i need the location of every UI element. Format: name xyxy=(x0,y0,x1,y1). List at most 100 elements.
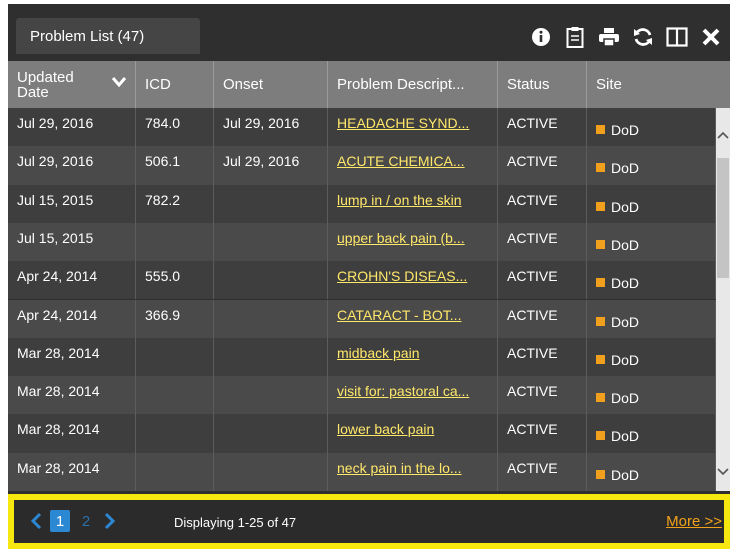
more-link[interactable]: More >> xyxy=(666,513,722,530)
pagination: 1 2 xyxy=(28,510,118,532)
clipboard-icon[interactable] xyxy=(564,26,586,48)
site-marker-icon xyxy=(596,278,605,288)
scroll-down-icon[interactable] xyxy=(716,463,730,481)
column-header-problem-description[interactable]: Problem Descript... xyxy=(328,61,498,108)
site-marker-icon xyxy=(596,201,605,211)
cell-status: ACTIVE xyxy=(498,108,587,147)
problem-description-link[interactable]: CATARACT - BOT... xyxy=(337,307,461,323)
print-icon[interactable] xyxy=(598,26,620,48)
cell-onset xyxy=(214,184,328,223)
cell-updated-date: Mar 28, 2014 xyxy=(8,337,136,377)
cell-site: DoD xyxy=(587,222,716,262)
cell-onset xyxy=(214,261,328,300)
displaying-count: Displaying 1-25 of 47 xyxy=(174,515,297,530)
column-header-updated-date[interactable]: Updated Date xyxy=(8,61,136,108)
cell-updated-date: Mar 28, 2014 xyxy=(8,414,136,453)
page-2-button[interactable]: 2 xyxy=(76,510,96,532)
cell-site: DoD xyxy=(587,146,716,185)
table-row[interactable]: Mar 28, 2014 midback pain ACTIVE DoD xyxy=(8,337,716,377)
close-icon[interactable] xyxy=(700,26,722,48)
table-row[interactable]: Mar 28, 2014 lower back pain ACTIVE DoD xyxy=(8,414,716,453)
cell-status: ACTIVE xyxy=(498,261,587,300)
info-icon[interactable] xyxy=(530,26,552,48)
problem-description-link[interactable]: midback pain xyxy=(337,345,420,361)
problem-description-link[interactable]: lump in / on the skin xyxy=(337,192,462,208)
cell-onset xyxy=(214,414,328,453)
cell-problem-description: upper back pain (b... xyxy=(328,222,498,262)
vertical-scrollbar[interactable] xyxy=(716,108,730,491)
next-page-icon[interactable] xyxy=(102,510,118,532)
cell-onset xyxy=(214,299,328,338)
site-label: DoD xyxy=(611,236,640,253)
site-label: DoD xyxy=(611,428,640,445)
cell-site: DoD xyxy=(587,337,716,377)
site-marker-icon xyxy=(596,163,605,173)
cell-updated-date: Jul 29, 2016 xyxy=(8,146,136,185)
table-row[interactable]: Jul 15, 2015 782.2 lump in / on the skin AC… xyxy=(8,184,716,223)
cell-updated-date: Jul 15, 2015 xyxy=(8,222,136,262)
cell-icd: 782.2 xyxy=(136,184,214,223)
table-row[interactable]: Apr 24, 2014 366.9 CATARACT - BOT... ACTIVE… xyxy=(8,299,716,338)
site-marker-icon xyxy=(596,125,605,134)
scrollbar-thumb[interactable] xyxy=(717,158,729,278)
cell-updated-date: Mar 28, 2014 xyxy=(8,376,136,415)
cell-status: ACTIVE xyxy=(498,299,587,338)
table-row[interactable]: Jul 29, 2016 784.0 Jul 29, 2016 HEADACHE SY… xyxy=(8,108,716,147)
problem-description-link[interactable]: visit for: pastoral ca... xyxy=(337,383,469,399)
problem-list-panel: Problem List (47) Updated Date ICD Onset… xyxy=(8,4,730,549)
split-view-icon[interactable] xyxy=(666,26,688,48)
site-marker-icon xyxy=(596,239,605,249)
site-marker-icon xyxy=(596,316,605,326)
cell-icd xyxy=(136,414,214,453)
column-header-site[interactable]: Site xyxy=(587,61,730,108)
problem-description-link[interactable]: lower back pain xyxy=(337,421,434,437)
panel-title[interactable]: Problem List (47) xyxy=(16,18,200,54)
site-marker-icon xyxy=(596,393,605,403)
problem-description-link[interactable]: HEADACHE SYND... xyxy=(337,115,469,131)
previous-page-icon[interactable] xyxy=(28,510,44,532)
cell-status: ACTIVE xyxy=(498,146,587,185)
sort-descending-icon[interactable] xyxy=(111,75,127,92)
page-1-button[interactable]: 1 xyxy=(50,510,70,532)
cell-site: DoD xyxy=(587,184,716,223)
cell-status: ACTIVE xyxy=(498,337,587,377)
cell-problem-description: lump in / on the skin xyxy=(328,184,498,223)
site-label: DoD xyxy=(611,160,640,177)
cell-problem-description: visit for: pastoral ca... xyxy=(328,376,498,415)
cell-problem-description: midback pain xyxy=(328,337,498,377)
table-row[interactable]: Jul 29, 2016 506.1 Jul 29, 2016 ACUTE CHEMI… xyxy=(8,146,716,185)
problem-description-link[interactable]: neck pain in the lo... xyxy=(337,460,462,476)
problem-description-link[interactable]: CROHN'S DISEAS... xyxy=(337,268,467,284)
problem-table-body: Jul 29, 2016 784.0 Jul 29, 2016 HEADACHE SY… xyxy=(8,108,716,491)
site-marker-icon xyxy=(596,469,605,479)
site-label: DoD xyxy=(611,122,640,138)
cell-status: ACTIVE xyxy=(498,452,587,491)
cell-icd: 555.0 xyxy=(136,261,214,300)
table-row[interactable]: Jul 15, 2015 upper back pain (b... ACTIVE D… xyxy=(8,222,716,262)
cell-updated-date: Apr 24, 2014 xyxy=(8,299,136,338)
table-row[interactable]: Apr 24, 2014 555.0 CROHN'S DISEAS... ACTIVE… xyxy=(8,261,716,300)
column-header-status[interactable]: Status xyxy=(498,61,587,108)
cell-onset xyxy=(214,452,328,491)
cell-problem-description: HEADACHE SYND... xyxy=(328,108,498,147)
site-label: DoD xyxy=(611,198,640,215)
problem-description-link[interactable]: upper back pain (b... xyxy=(337,230,465,246)
cell-onset xyxy=(214,222,328,262)
column-header-icd[interactable]: ICD xyxy=(136,61,214,108)
column-header-onset[interactable]: Onset xyxy=(214,61,328,108)
table-row[interactable]: Mar 28, 2014 visit for: pastoral ca... ACT… xyxy=(8,376,716,415)
cell-problem-description: CATARACT - BOT... xyxy=(328,299,498,338)
refresh-icon[interactable] xyxy=(632,26,654,48)
cell-site: DoD xyxy=(587,376,716,415)
cell-icd: 366.9 xyxy=(136,299,214,338)
cell-icd xyxy=(136,376,214,415)
cell-onset: Jul 29, 2016 xyxy=(214,146,328,185)
table-row[interactable]: Mar 28, 2014 neck pain in the lo... ACTIVE… xyxy=(8,452,716,491)
panel-titlebar: Problem List (47) xyxy=(8,4,730,60)
cell-icd xyxy=(136,222,214,262)
cell-updated-date: Jul 29, 2016 xyxy=(8,108,136,147)
scroll-up-icon[interactable] xyxy=(716,126,730,144)
cell-problem-description: neck pain in the lo... xyxy=(328,452,498,491)
problem-description-link[interactable]: ACUTE CHEMICA... xyxy=(337,153,465,169)
cell-site: DoD xyxy=(587,299,716,338)
